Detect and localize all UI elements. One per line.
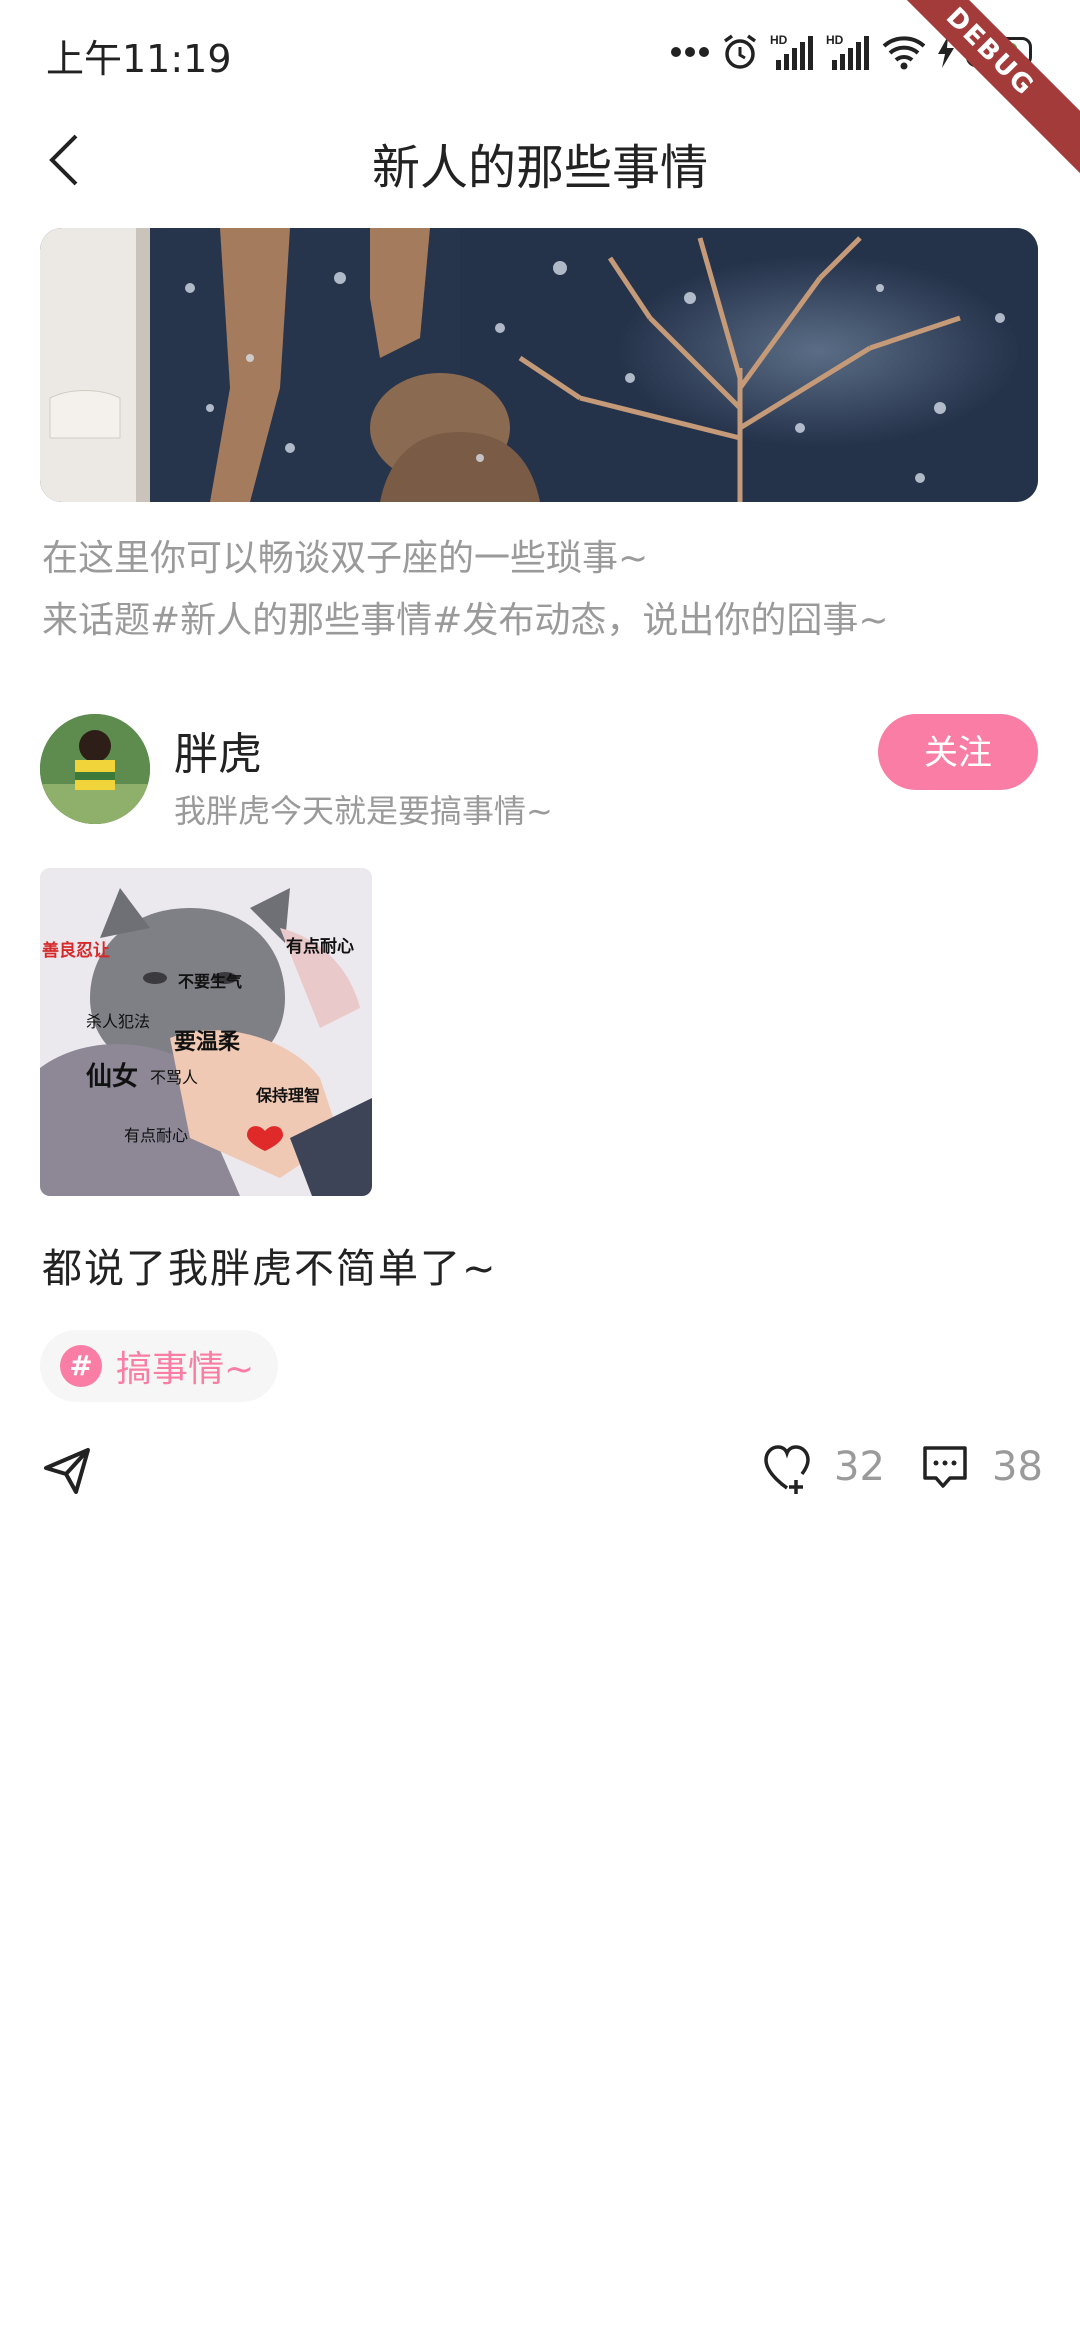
tag-label: 搞事情~: [116, 1349, 255, 1390]
svg-text:HD: HD: [770, 33, 788, 47]
topic-banner-image: [40, 228, 1038, 502]
hashtag-icon: #: [60, 1345, 102, 1387]
post-text: 都说了我胖虎不简单了~: [42, 1246, 498, 1292]
comment-button[interactable]: [920, 1442, 970, 1498]
topic-description-line: 在这里你可以畅谈双子座的一些琐事~: [42, 538, 649, 579]
image-caption: 不骂人: [150, 1068, 199, 1087]
svg-text:HD: HD: [826, 33, 844, 47]
image-caption: 仙女: [86, 1062, 139, 1092]
comment-icon: [923, 1446, 967, 1488]
image-caption: 有点耐心: [286, 937, 354, 957]
author-name[interactable]: 胖虎: [174, 718, 262, 782]
hd-signal-icon: HD: [770, 33, 813, 70]
follow-button[interactable]: 关注: [878, 714, 1038, 790]
topic-tag-chip[interactable]: # 搞事情~: [40, 1330, 279, 1402]
image-caption: 不要生气: [178, 972, 243, 991]
comment-count: 38: [992, 1444, 1043, 1490]
send-icon: [44, 1448, 90, 1494]
share-button[interactable]: [40, 1442, 96, 1498]
status-bar: 上午11:19 HD HD 74 DEBUG: [0, 0, 1080, 181]
author-bio: 我胖虎今天就是要搞事情~: [174, 792, 553, 830]
like-count: 32: [834, 1444, 885, 1490]
heart-plus-icon: [764, 1445, 810, 1494]
avatar[interactable]: [40, 714, 150, 824]
more-dots-icon: [671, 47, 709, 57]
topic-description: 在这里你可以畅谈双子座的一些琐事~ 来话题#新人的那些事情#发布动态，说出你的囧…: [42, 528, 1042, 652]
hd-signal-icon: HD: [826, 33, 869, 70]
image-caption: 要温柔: [174, 1030, 241, 1055]
page-title: 新人的那些事情: [371, 140, 708, 196]
image-caption: 善良忍让: [42, 941, 110, 961]
like-button[interactable]: [762, 1442, 812, 1498]
status-time: 上午11:19: [46, 37, 232, 81]
post-image[interactable]: 善良忍让 有点耐心 不要生气 杀人犯法 要温柔 仙女 不骂人 保持理智 有点耐心: [40, 868, 372, 1196]
topic-description-line: 来话题#新人的那些事情#发布动态，说出你的囧事~: [42, 600, 889, 641]
wifi-icon: [882, 36, 926, 70]
post-author-row: 胖虎 我胖虎今天就是要搞事情~ 关注: [40, 714, 1040, 830]
nav-bar: 新人的那些事情: [0, 110, 1080, 210]
image-caption: 保持理智: [256, 1086, 321, 1105]
image-caption: 有点耐心: [124, 1126, 189, 1145]
alarm-icon: [723, 34, 757, 69]
image-caption: 杀人犯法: [86, 1012, 151, 1031]
post-actions: 32 38: [40, 1442, 1043, 1502]
